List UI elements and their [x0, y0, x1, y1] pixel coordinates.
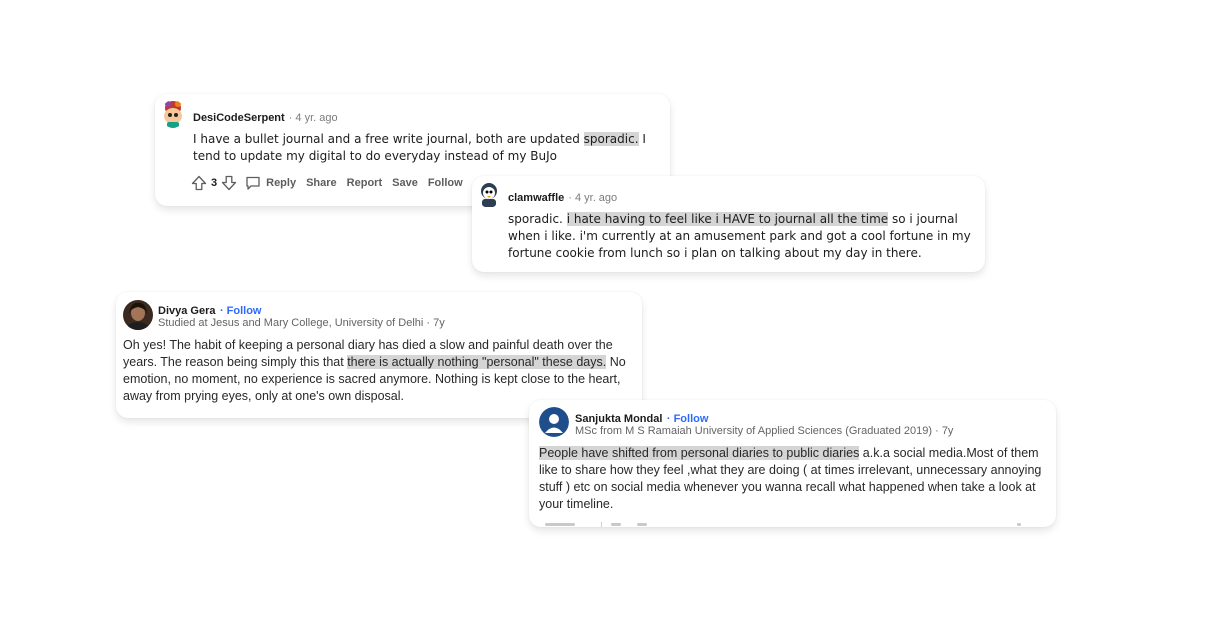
comment-actions: 3 Reply Share Report Save Follow [191, 175, 473, 191]
user-avatar[interactable] [478, 182, 500, 208]
follow-button[interactable]: · Follow [667, 413, 709, 425]
upvote-icon[interactable] [191, 175, 207, 191]
action-bar-partial [539, 522, 1039, 527]
author-credential[interactable]: Studied at Jesus and Mary College, Unive… [158, 317, 445, 329]
comment-header: DesiCodeSerpent · 4 yr. ago [193, 109, 338, 127]
comment-text: I have a bullet journal and a free write… [193, 132, 646, 163]
highlighted-text: there is actually nothing "personal" the… [347, 355, 607, 369]
username[interactable]: clamwaffle [508, 192, 564, 204]
answer-text: Oh yes! The habit of keeping a personal … [123, 338, 626, 403]
vote-count: 3 [211, 177, 218, 189]
highlighted-text: sporadic. [583, 132, 639, 146]
author-name[interactable]: Divya Gera [158, 305, 215, 317]
user-avatar[interactable] [161, 100, 185, 128]
follow-button[interactable]: Follow [428, 177, 463, 189]
quora-answer-card-2: Sanjukta Mondal · Follow MSc from M S Ra… [529, 400, 1056, 527]
author-credential[interactable]: MSc from M S Ramaiah University of Appli… [575, 425, 953, 437]
user-avatar[interactable] [123, 300, 153, 330]
reply-button[interactable]: Reply [266, 177, 296, 189]
highlighted-text: People have shifted from personal diarie… [539, 446, 860, 460]
comment-text: sporadic. i hate having to feel like i H… [508, 212, 971, 260]
reddit-comment-card-2: clamwaffle · 4 yr. ago sporadic. i hate … [472, 176, 985, 272]
answer-text: People have shifted from personal diarie… [539, 446, 1042, 511]
highlighted-text: i hate having to feel like i HAVE to jou… [566, 212, 889, 226]
share-button[interactable]: Share [306, 177, 337, 189]
user-avatar[interactable] [539, 407, 569, 437]
timestamp[interactable]: · 4 yr. ago [289, 112, 338, 124]
username[interactable]: DesiCodeSerpent [193, 112, 285, 124]
comment-bubble-icon[interactable] [245, 175, 261, 191]
report-button[interactable]: Report [347, 177, 382, 189]
author-name[interactable]: Sanjukta Mondal [575, 413, 662, 425]
follow-button[interactable]: · Follow [220, 305, 262, 317]
downvote-icon[interactable] [221, 175, 237, 191]
timestamp[interactable]: · 4 yr. ago [568, 192, 617, 204]
comment-header: clamwaffle · 4 yr. ago [508, 189, 617, 207]
save-button[interactable]: Save [392, 177, 418, 189]
